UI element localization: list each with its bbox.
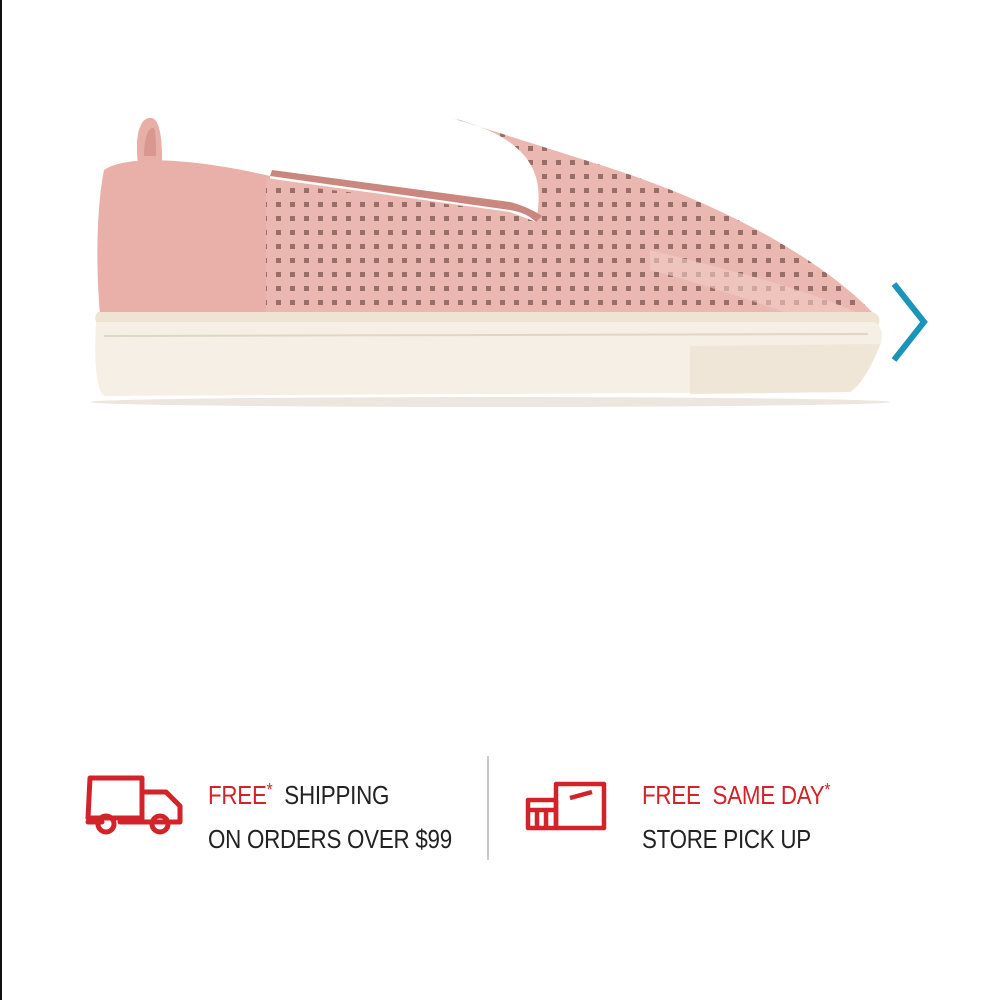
free-shipping-title-rest: SHIPPING xyxy=(284,780,390,810)
delivery-truck-icon xyxy=(85,775,183,835)
store-pickup-same-day-label: SAME DAY xyxy=(712,780,825,810)
free-shipping-asterisk: * xyxy=(266,780,273,800)
store-pickup-title: FREE SAME DAY* xyxy=(642,768,830,817)
benefits-divider xyxy=(487,756,489,860)
store-pickup-asterisk: * xyxy=(824,780,831,800)
free-shipping-benefit: FREE* SHIPPING ON ORDERS OVER $99 xyxy=(80,750,480,870)
chevron-right-icon xyxy=(891,282,928,362)
shoe-illustration xyxy=(90,117,890,407)
free-shipping-subtitle: ON ORDERS OVER $99 xyxy=(208,824,452,854)
free-shipping-text: FREE* SHIPPING ON ORDERS OVER $99 xyxy=(208,768,452,861)
store-pickup-text: FREE SAME DAY* STORE PICK UP xyxy=(642,768,830,861)
product-image[interactable] xyxy=(90,100,890,410)
store-pickup-subtitle: STORE PICK UP xyxy=(642,824,811,854)
carousel-next-button[interactable] xyxy=(880,278,940,368)
store-pickup-icon xyxy=(525,781,607,831)
store-pickup-benefit: FREE SAME DAY* STORE PICK UP xyxy=(520,750,920,870)
benefits-strip: FREE* SHIPPING ON ORDERS OVER $99 FREE S… xyxy=(0,750,1000,870)
free-shipping-title: FREE* SHIPPING xyxy=(208,768,452,817)
free-shipping-free-label: FREE xyxy=(208,780,267,810)
store-pickup-free-label: FREE xyxy=(642,780,701,810)
